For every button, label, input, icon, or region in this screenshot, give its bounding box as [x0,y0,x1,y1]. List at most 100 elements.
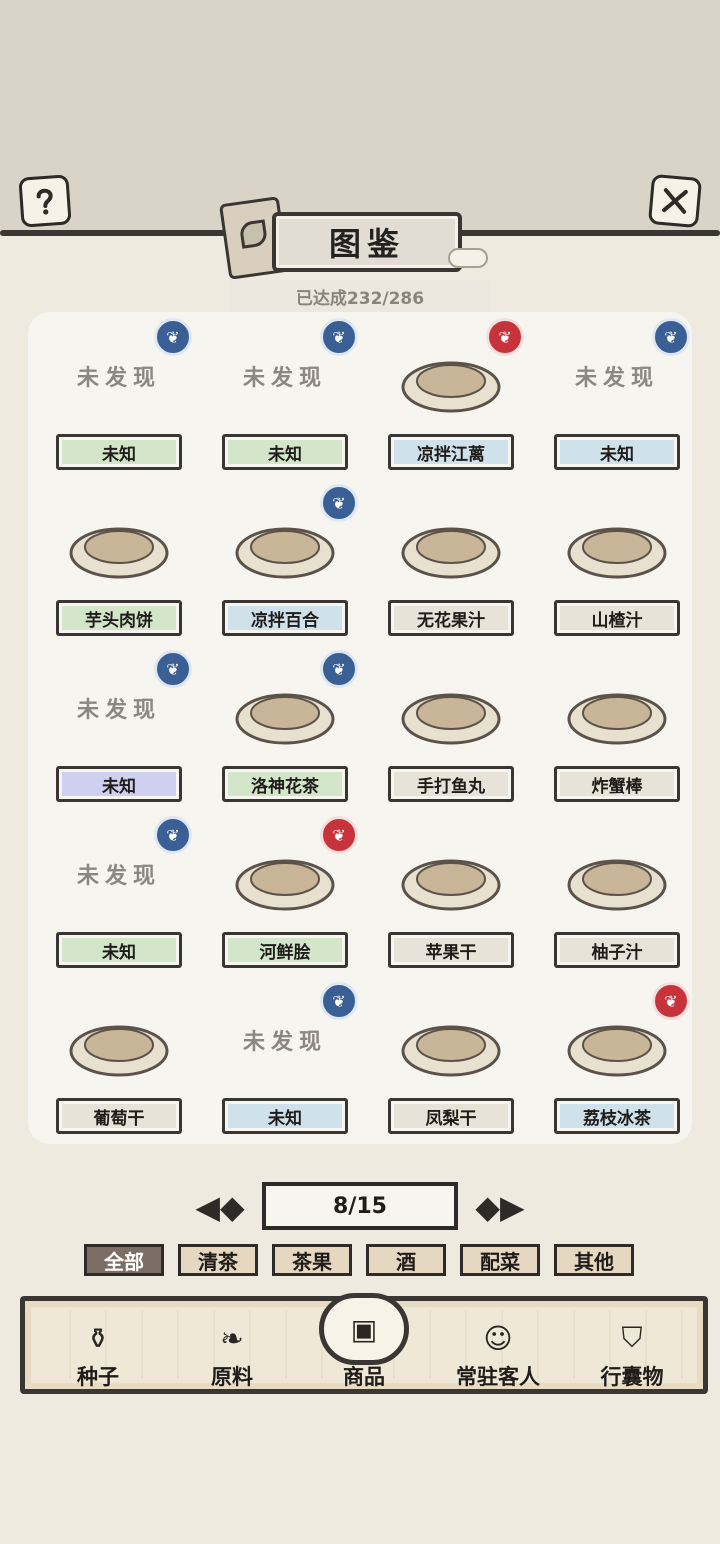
collection-item[interactable]: ❦ 荔枝冰茶 [542,982,692,1148]
filter-tab[interactable]: 茶果 [272,1244,352,1276]
item-thumbnail [554,824,680,924]
filter-tab[interactable]: 其他 [554,1244,634,1276]
blue-leaf-badge-icon: ❦ [652,318,690,356]
dish-icon [567,527,667,579]
undiscovered-text: 未发现 [242,365,327,391]
item-name: 炸蟹棒 [554,766,680,802]
red-seal-badge-icon: ❦ [652,982,690,1020]
undiscovered-text: 未发现 [76,863,161,889]
nav-label: 种子 [77,1365,119,1389]
collection-item[interactable]: 炸蟹棒 [542,650,692,816]
page-indicator: 8/15 [262,1182,458,1230]
blue-leaf-badge-icon: ❦ [320,318,358,356]
item-thumbnail [388,658,514,758]
collection-item[interactable]: ❦ 洛神花茶 [210,650,360,816]
pager: ◀◆ 8/15 ◆▶ [182,1180,538,1234]
item-name: 凤梨干 [388,1098,514,1134]
title-plaque: 图鉴 [272,212,462,272]
collection-item[interactable]: 未发现 ❦ 未知 [210,982,360,1148]
help-button[interactable] [18,174,72,228]
blue-leaf-badge-icon: ❦ [320,982,358,1020]
collection-item[interactable]: 未发现 ❦ 未知 [44,318,194,484]
collection-progress: 已达成232/286 [230,280,490,312]
dish-icon [69,1025,169,1077]
undiscovered-text: 未发现 [574,365,659,391]
item-name: 洛神花茶 [222,766,348,802]
blue-leaf-badge-icon: ❦ [154,318,192,356]
nav-label: 常驻客人 [456,1365,540,1389]
nav-item[interactable]: ⛉ 行囊物 [577,1309,687,1391]
collection-item[interactable]: 未发现 ❦ 未知 [542,318,692,484]
category-filters: 全部 清茶 茶果酒配菜 其他 [84,1244,636,1280]
nav-item[interactable]: ⚱ 种子 [43,1309,153,1391]
item-name: 苹果干 [388,932,514,968]
item-name: 无花果汁 [388,600,514,636]
item-thumbnail [388,492,514,592]
collection-item[interactable]: 苹果干 [376,816,526,982]
question-mark-icon [36,188,53,215]
collection-item[interactable]: ❦ 凉拌江蓠 [376,318,526,484]
collection-item[interactable]: 芋头肉饼 [44,484,194,650]
robe-icon: ⛉ [621,1321,643,1354]
top-backdrop [0,0,720,236]
tea-leaf-icon: ❧ [220,1321,244,1355]
item-thumbnail [554,658,680,758]
page-title: 图鉴 [328,225,405,263]
undiscovered-text: 未发现 [242,1029,327,1055]
collection-item[interactable]: 凤梨干 [376,982,526,1148]
dish-icon [401,693,501,745]
item-thumbnail [56,990,182,1090]
nav-item[interactable]: ▣ 商品 [309,1293,419,1391]
dish-icon [401,527,501,579]
item-name: 葡萄干 [56,1098,182,1134]
item-name: 手打鱼丸 [388,766,514,802]
collection-item[interactable]: 手打鱼丸 [376,650,526,816]
collection-item[interactable]: ❦ 凉拌百合 [210,484,360,650]
item-name: 未知 [222,1098,348,1134]
guest-girl-icon: ☺ [483,1321,513,1355]
filter-tab[interactable]: 配菜 [460,1244,540,1276]
collection-item[interactable]: 葡萄干 [44,982,194,1148]
item-name: 未知 [554,434,680,470]
filter-tab[interactable]: 全部 [84,1244,164,1276]
collection-item[interactable]: 未发现 ❦ 未知 [44,650,194,816]
item-name: 山楂汁 [554,600,680,636]
item-name: 凉拌百合 [222,600,348,636]
collection-grid: 未发现 ❦ 未知 未发现 ❦ 未知 ❦ 凉拌江蓠 未发现 ❦ 未知 芋头肉饼 ❦ 凉拌百合 无花果汁 山楂汁未… [28,312,692,1144]
nav-label: 行囊物 [600,1365,664,1389]
undiscovered-text: 未发现 [76,365,161,391]
filter-tab[interactable]: 清茶 [178,1244,258,1276]
item-name: 芋头肉饼 [56,600,182,636]
blue-leaf-badge-icon: ❦ [154,650,192,688]
collection-item[interactable]: ❦ 河鲜脍 [210,816,360,982]
item-name: 凉拌江蓠 [388,434,514,470]
blue-leaf-badge-icon: ❦ [154,816,192,854]
item-name: 荔枝冰茶 [554,1098,680,1134]
close-button[interactable] [647,173,703,229]
ornate-right-arrow-icon[interactable]: ◆▶ [462,1188,538,1226]
nav-label: 原料 [211,1365,253,1389]
nav-item[interactable]: ☺ 常驻客人 [443,1309,553,1391]
red-seal-badge-icon: ❦ [320,816,358,854]
item-name: 未知 [56,932,182,968]
collection-item[interactable]: 柚子汁 [542,816,692,982]
item-name: 柚子汁 [554,932,680,968]
dish-icon [401,859,501,911]
collection-item[interactable]: 未发现 ❦ 未知 [44,816,194,982]
dish-icon [567,859,667,911]
filter-tab[interactable]: 酒 [366,1244,446,1276]
dish-icon [401,1025,501,1077]
collection-item[interactable]: 无花果汁 [376,484,526,650]
collection-item[interactable]: 未发现 ❦ 未知 [210,318,360,484]
dish-icon [69,527,169,579]
item-name: 河鲜脍 [222,932,348,968]
blue-leaf-badge-icon: ❦ [320,650,358,688]
seed-jar-icon: ⚱ [86,1321,110,1355]
item-thumbnail [56,492,182,592]
red-seal-badge-icon: ❦ [486,318,524,356]
item-name: 未知 [56,434,182,470]
collection-item[interactable]: 山楂汁 [542,484,692,650]
bottom-navigation: ⚱ 种子 ❧ 原料 ▣ 商品 ☺ 常驻客人 ⛉ 行囊物 [20,1293,708,1394]
ornate-left-arrow-icon[interactable]: ◀◆ [182,1188,258,1226]
nav-item[interactable]: ❧ 原料 [177,1309,287,1391]
